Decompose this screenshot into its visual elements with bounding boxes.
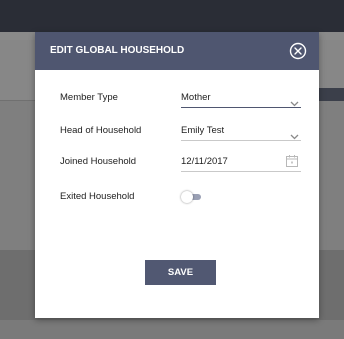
calendar-icon[interactable] (285, 154, 299, 168)
joined-household-date-field[interactable]: 12/11/2017 (181, 152, 301, 172)
exited-household-row: Exited Household (35, 187, 319, 207)
close-icon[interactable] (289, 42, 307, 60)
modal-title: EDIT GLOBAL HOUSEHOLD (50, 45, 185, 56)
chevron-down-icon[interactable] (290, 127, 299, 140)
joined-household-row: Joined Household 12/11/2017 (35, 152, 319, 172)
joined-household-label: Joined Household (60, 156, 137, 167)
head-of-household-value: Emily Test (181, 125, 225, 136)
edit-global-household-modal: EDIT GLOBAL HOUSEHOLD Member Type Mother… (35, 32, 319, 318)
head-of-household-row: Head of Household Emily Test (35, 121, 319, 141)
exited-household-toggle[interactable] (181, 191, 203, 203)
chevron-down-icon[interactable] (290, 94, 299, 107)
background-top-bar (0, 0, 344, 32)
head-of-household-label: Head of Household (60, 125, 142, 136)
member-type-value: Mother (181, 92, 211, 103)
joined-household-value: 12/11/2017 (181, 156, 228, 167)
member-type-select[interactable]: Mother (181, 88, 301, 108)
member-type-row: Member Type Mother (35, 88, 319, 108)
exited-household-label: Exited Household (60, 191, 135, 202)
background-bottom (0, 320, 344, 339)
toggle-knob (181, 191, 193, 203)
head-of-household-select[interactable]: Emily Test (181, 121, 301, 141)
modal-header: EDIT GLOBAL HOUSEHOLD (35, 32, 319, 70)
save-button[interactable]: SAVE (145, 260, 216, 285)
member-type-label: Member Type (60, 92, 118, 103)
